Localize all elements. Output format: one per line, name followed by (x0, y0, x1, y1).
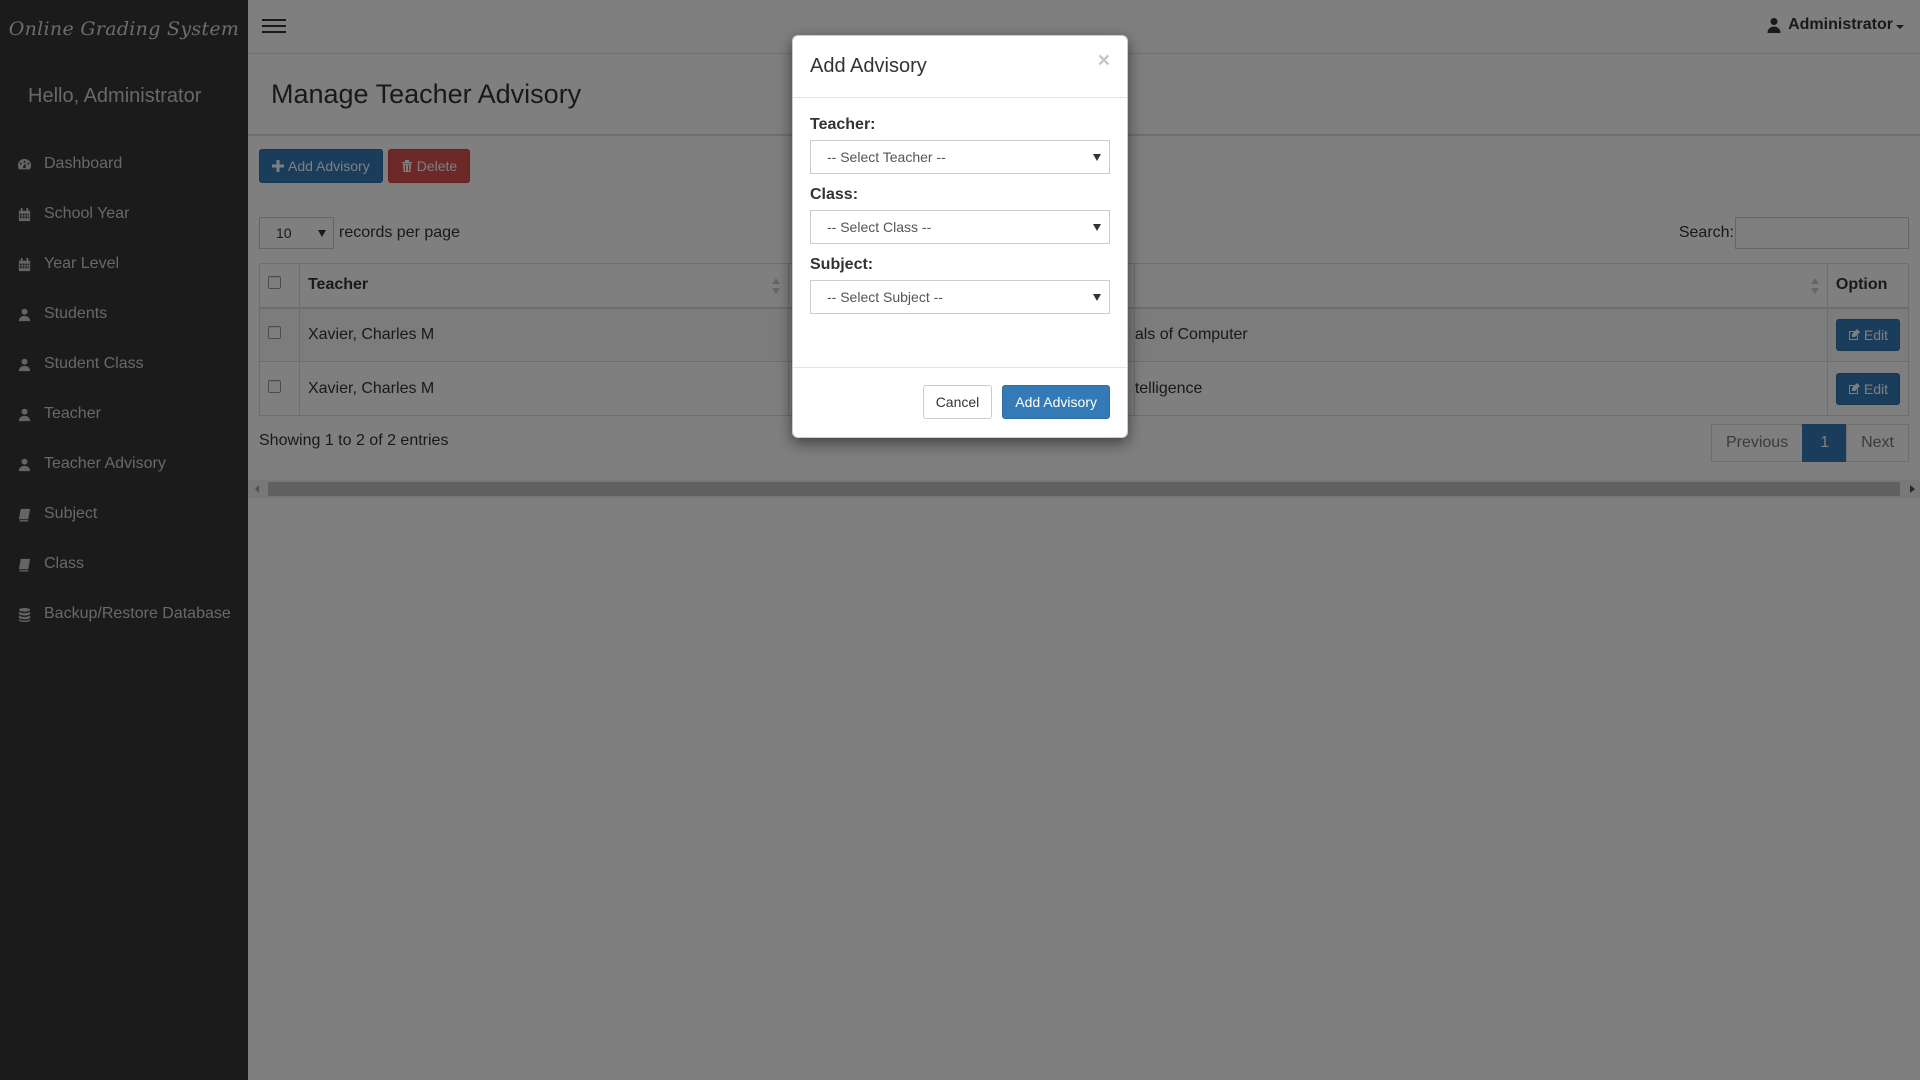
dropdown-arrow-icon (1093, 154, 1101, 161)
class-select[interactable]: -- Select Class -- (810, 210, 1110, 244)
modal-footer: Cancel Add Advisory (793, 368, 1127, 436)
cancel-button[interactable]: Cancel (922, 385, 993, 419)
subject-field: Subject: -- Select Subject -- (810, 256, 1110, 314)
class-field: Class: -- Select Class -- (810, 186, 1110, 244)
submit-add-advisory-button[interactable]: Add Advisory (1002, 385, 1110, 419)
subject-label: Subject: (810, 256, 874, 273)
teacher-select-value: -- Select Teacher -- (827, 149, 946, 165)
modal-title: Add Advisory (810, 55, 927, 77)
teacher-label: Teacher: (810, 116, 876, 133)
subject-select-value: -- Select Subject -- (827, 289, 943, 305)
teacher-field: Teacher: -- Select Teacher -- (810, 116, 1110, 174)
modal-body: Teacher: -- Select Teacher -- Class: -- … (793, 98, 1127, 368)
close-icon[interactable]: × (1098, 50, 1110, 71)
dropdown-arrow-icon (1093, 224, 1101, 231)
dropdown-arrow-icon (1093, 294, 1101, 301)
subject-select[interactable]: -- Select Subject -- (810, 280, 1110, 314)
class-select-value: -- Select Class -- (827, 219, 932, 235)
class-label: Class: (810, 186, 859, 203)
teacher-select[interactable]: -- Select Teacher -- (810, 140, 1110, 174)
modal-header: Add Advisory × (793, 36, 1127, 98)
add-advisory-modal: Add Advisory × Teacher: -- Select Teache… (792, 35, 1128, 438)
